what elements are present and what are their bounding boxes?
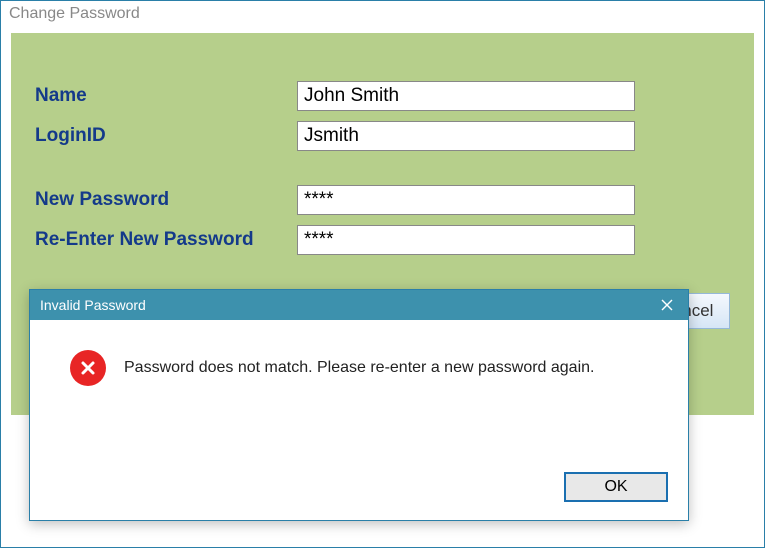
- invalid-password-dialog: Invalid Password Password does not match…: [29, 289, 689, 521]
- reenter-password-input[interactable]: [297, 225, 635, 255]
- dialog-message: Password does not match. Please re-enter…: [124, 359, 594, 377]
- login-input[interactable]: [297, 121, 635, 151]
- dialog-titlebar: Invalid Password: [30, 290, 688, 320]
- login-label: LoginID: [35, 125, 297, 147]
- dialog-title: Invalid Password: [40, 297, 146, 313]
- row-login: LoginID: [35, 121, 730, 151]
- change-password-window: Change Password Name LoginID New Passwor…: [0, 0, 765, 548]
- dialog-button-row: OK: [564, 472, 668, 502]
- error-icon: [70, 350, 106, 386]
- reenter-password-label: Re-Enter New Password: [35, 229, 297, 251]
- name-input[interactable]: [297, 81, 635, 111]
- row-new-password: New Password: [35, 185, 730, 215]
- row-name: Name: [35, 81, 730, 111]
- dialog-ok-button[interactable]: OK: [564, 472, 668, 502]
- window-title: Change Password: [1, 1, 764, 27]
- name-label: Name: [35, 85, 297, 107]
- dialog-ok-label: OK: [604, 478, 627, 496]
- new-password-label: New Password: [35, 189, 297, 211]
- new-password-input[interactable]: [297, 185, 635, 215]
- close-icon: [661, 299, 673, 311]
- row-reenter-password: Re-Enter New Password: [35, 225, 730, 255]
- dialog-close-button[interactable]: [646, 290, 688, 320]
- dialog-body: Password does not match. Please re-enter…: [30, 320, 688, 386]
